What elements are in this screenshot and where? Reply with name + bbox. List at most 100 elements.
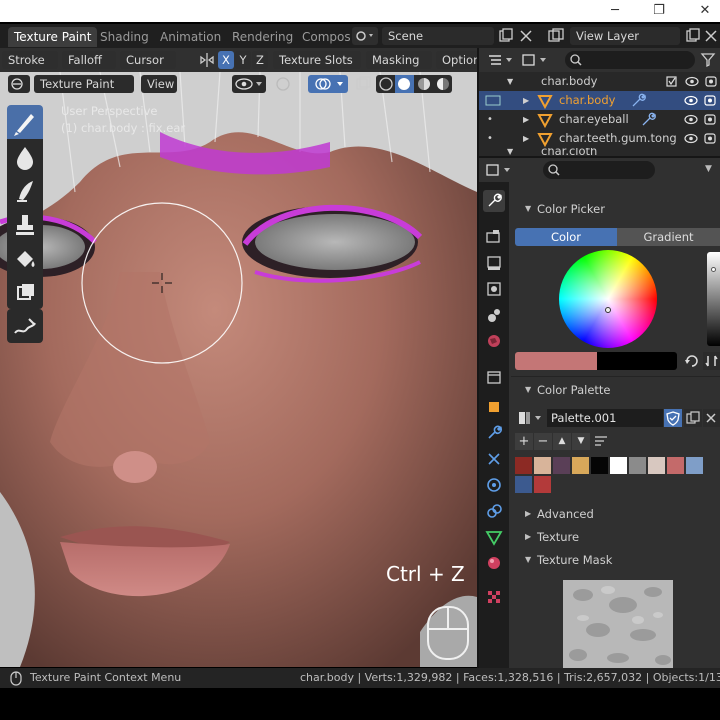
- move-color-up-button[interactable]: ▲: [553, 433, 571, 450]
- expand-icon[interactable]: ▶: [523, 129, 529, 148]
- panel-texture-header[interactable]: ▶ Texture: [511, 526, 720, 548]
- object-tab-icon[interactable]: [483, 396, 505, 418]
- palette-name-field[interactable]: Palette.001: [547, 409, 663, 427]
- xray-icon[interactable]: [352, 75, 374, 93]
- overlays-icon[interactable]: [308, 75, 348, 93]
- palette-swatch[interactable]: [629, 457, 646, 474]
- new-view-layer-icon[interactable]: [684, 27, 702, 45]
- collapse-icon[interactable]: ▼: [507, 148, 513, 156]
- constraints-tab-icon[interactable]: [483, 500, 505, 522]
- maximize-icon[interactable]: ❐: [644, 2, 674, 20]
- color-wheel[interactable]: [559, 250, 657, 348]
- mode-indicator-icon[interactable]: [483, 91, 503, 110]
- row-visibility-icons[interactable]: [661, 72, 720, 91]
- palette-swatch[interactable]: [534, 476, 551, 493]
- view-menu[interactable]: View: [141, 75, 177, 93]
- tool-tab-icon[interactable]: [483, 190, 505, 212]
- palette-swatch[interactable]: [610, 457, 627, 474]
- add-color-button[interactable]: +: [515, 433, 533, 450]
- palette-swatch[interactable]: [534, 457, 551, 474]
- tool-draw[interactable]: [7, 105, 43, 139]
- palette-swatch[interactable]: [591, 457, 608, 474]
- editor-type-icon[interactable]: [8, 75, 30, 93]
- mode-selector[interactable]: Texture Paint: [34, 75, 134, 93]
- palette-swatch[interactable]: [667, 457, 684, 474]
- outliner-row-char-cloth[interactable]: ▼ char.cloth: [479, 148, 720, 156]
- tab-animation[interactable]: Animation: [154, 27, 227, 47]
- tool-soften[interactable]: [7, 139, 43, 173]
- scene-tab-icon[interactable]: [483, 304, 505, 326]
- tool-smear[interactable]: [7, 173, 43, 207]
- tool-fill[interactable]: [7, 241, 43, 275]
- masking-menu[interactable]: Masking: [366, 51, 432, 69]
- tab-compositing[interactable]: Compos: [296, 27, 357, 47]
- mirror-z-toggle[interactable]: Z: [252, 51, 268, 69]
- material-tab-icon[interactable]: [483, 552, 505, 574]
- expand-icon[interactable]: ▶: [523, 110, 529, 129]
- outliner-row-char-eyeball[interactable]: • ▶ char.eyeball: [479, 110, 720, 129]
- panel-color-palette-header[interactable]: ▼ Color Palette: [511, 379, 720, 401]
- view-layer-tab-icon[interactable]: [483, 278, 505, 300]
- outliner-row-char-body-mesh[interactable]: ▶ char.body: [479, 91, 720, 110]
- sort-colors-icon[interactable]: [592, 433, 610, 450]
- cursor-menu[interactable]: Cursor: [120, 51, 176, 69]
- world-tab-icon[interactable]: [483, 330, 505, 352]
- panel-advanced-header[interactable]: ▶ Advanced: [511, 503, 720, 525]
- texture-slots-menu[interactable]: Texture Slots: [273, 51, 361, 69]
- render-tab-icon[interactable]: [483, 226, 505, 248]
- duplicate-palette-icon[interactable]: [684, 409, 702, 427]
- palette-swatch[interactable]: [686, 457, 703, 474]
- mirror-y-toggle[interactable]: Y: [235, 51, 251, 69]
- texture-tab-icon[interactable]: [483, 586, 505, 608]
- value-slider[interactable]: [707, 252, 720, 346]
- modifier-tab-icon[interactable]: [483, 422, 505, 444]
- gizmo-icon[interactable]: [270, 75, 296, 93]
- mask-texture-preview[interactable]: [563, 580, 673, 668]
- palette-swatch[interactable]: [648, 457, 665, 474]
- tab-rendering[interactable]: Rendering: [226, 27, 299, 47]
- new-scene-icon[interactable]: [497, 27, 515, 45]
- stroke-menu[interactable]: Stroke: [2, 51, 58, 69]
- remove-color-button[interactable]: −: [534, 433, 552, 450]
- value-slider-handle[interactable]: [711, 267, 716, 272]
- mirror-x-toggle[interactable]: X: [218, 51, 234, 69]
- move-color-down-button[interactable]: ▼: [572, 433, 590, 450]
- palette-browse-icon[interactable]: [515, 409, 545, 427]
- filter-icon[interactable]: [699, 51, 719, 69]
- display-mode-icon[interactable]: [519, 51, 549, 69]
- properties-search-input[interactable]: [543, 161, 655, 179]
- unlink-palette-icon[interactable]: [703, 409, 720, 427]
- outliner-row-char-body-object[interactable]: ▼ char.body: [479, 72, 720, 91]
- modifier-wrench-icon[interactable]: [629, 91, 649, 110]
- physics-tab-icon[interactable]: [483, 474, 505, 496]
- swap-colors-icon[interactable]: [683, 352, 701, 370]
- chevron-down-icon[interactable]: ▼: [705, 164, 712, 174]
- options-menu[interactable]: Options: [436, 51, 479, 69]
- tool-mask[interactable]: [7, 275, 43, 309]
- outliner-search-input[interactable]: [565, 51, 695, 69]
- expand-icon[interactable]: ▶: [523, 91, 529, 110]
- outliner-editor-icon[interactable]: [485, 51, 515, 69]
- color-wheel-cursor[interactable]: [605, 307, 611, 313]
- fake-user-shield-icon[interactable]: [664, 409, 682, 427]
- delete-view-layer-icon[interactable]: [703, 27, 719, 45]
- row-visibility-icons[interactable]: [680, 129, 720, 148]
- palette-swatch[interactable]: [553, 457, 570, 474]
- falloff-menu[interactable]: Falloff: [62, 51, 116, 69]
- symmetry-icon[interactable]: [198, 51, 216, 69]
- palette-swatch[interactable]: [515, 476, 532, 493]
- palette-swatch[interactable]: [515, 457, 532, 474]
- scene-selector[interactable]: Scene: [382, 27, 494, 45]
- tool-clone[interactable]: [7, 207, 43, 241]
- row-visibility-icons[interactable]: [680, 91, 720, 110]
- close-window-icon[interactable]: ✕: [690, 2, 720, 20]
- properties-editor-icon[interactable]: [483, 161, 515, 179]
- primary-color-swatch[interactable]: [515, 352, 597, 370]
- particles-tab-icon[interactable]: [483, 448, 505, 470]
- collapse-icon[interactable]: ▼: [507, 72, 513, 91]
- palette-swatch[interactable]: [572, 457, 589, 474]
- tool-annotate[interactable]: [7, 309, 43, 343]
- collection-tab-icon[interactable]: [483, 366, 505, 388]
- tab-texture-paint[interactable]: Texture Paint: [8, 27, 98, 47]
- minimize-icon[interactable]: ─: [600, 2, 630, 20]
